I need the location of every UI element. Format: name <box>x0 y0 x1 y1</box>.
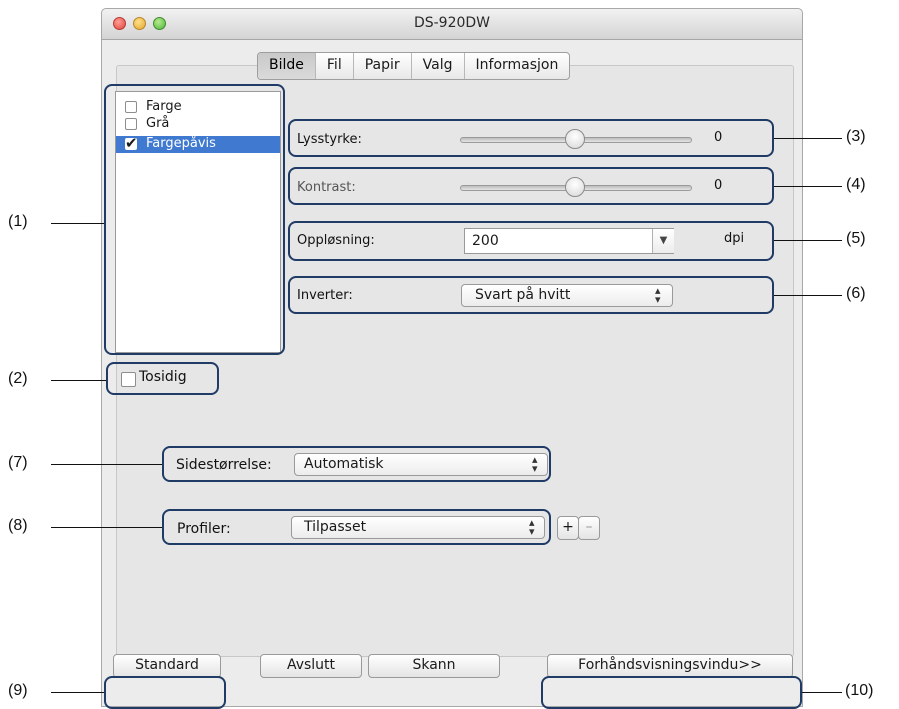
annotation-6: (6) <box>846 285 866 302</box>
preview-window-button[interactable]: Forhåndsvisningsvindu>> <box>547 654 793 678</box>
annotation-10: (10) <box>845 682 874 699</box>
leader-line-6 <box>774 295 842 296</box>
annotation-4: (4) <box>846 176 866 193</box>
callout-box-6 <box>288 276 774 314</box>
leader-line-10 <box>802 692 842 693</box>
tab-bilde[interactable]: Bilde <box>258 53 316 79</box>
tab-informasjon[interactable]: Informasjon <box>465 53 570 79</box>
callout-box-10 <box>541 676 802 709</box>
callout-box-5 <box>288 221 774 261</box>
tab-fil[interactable]: Fil <box>316 53 354 79</box>
add-profile-button[interactable]: + <box>557 516 579 540</box>
standard-button[interactable]: Standard <box>113 654 221 678</box>
leader-line-4 <box>774 186 842 187</box>
title-bar: DS-920DW <box>102 9 802 40</box>
quit-button[interactable]: Avslutt <box>260 654 362 678</box>
callout-box-2 <box>106 362 219 395</box>
leader-line-9 <box>51 692 104 693</box>
leader-line-1 <box>51 223 104 224</box>
callout-box-1 <box>104 84 285 355</box>
leader-line-7 <box>51 464 162 465</box>
leader-line-3 <box>774 138 842 139</box>
callout-box-8 <box>162 509 551 545</box>
callout-box-3 <box>288 119 774 157</box>
remove-profile-button[interactable]: – <box>578 516 600 540</box>
callout-box-9 <box>104 676 226 709</box>
callout-box-4 <box>288 167 774 205</box>
tab-valg[interactable]: Valg <box>412 53 465 79</box>
annotation-2: (2) <box>8 370 28 387</box>
scan-button[interactable]: Skann <box>368 654 500 678</box>
leader-line-8 <box>51 527 162 528</box>
annotation-8: (8) <box>8 517 28 534</box>
leader-line-2 <box>51 380 106 381</box>
annotation-1: (1) <box>8 213 28 230</box>
window-title: DS-920DW <box>413 15 491 31</box>
annotation-5: (5) <box>846 230 866 247</box>
tab-papir[interactable]: Papir <box>354 53 412 79</box>
tab-bar: Bilde Fil Papir Valg Informasjon <box>257 52 571 80</box>
annotation-7: (7) <box>8 454 28 471</box>
callout-box-7 <box>162 446 551 482</box>
leader-line-5 <box>774 240 842 241</box>
annotation-9: (9) <box>8 682 28 699</box>
annotation-3: (3) <box>846 128 866 145</box>
